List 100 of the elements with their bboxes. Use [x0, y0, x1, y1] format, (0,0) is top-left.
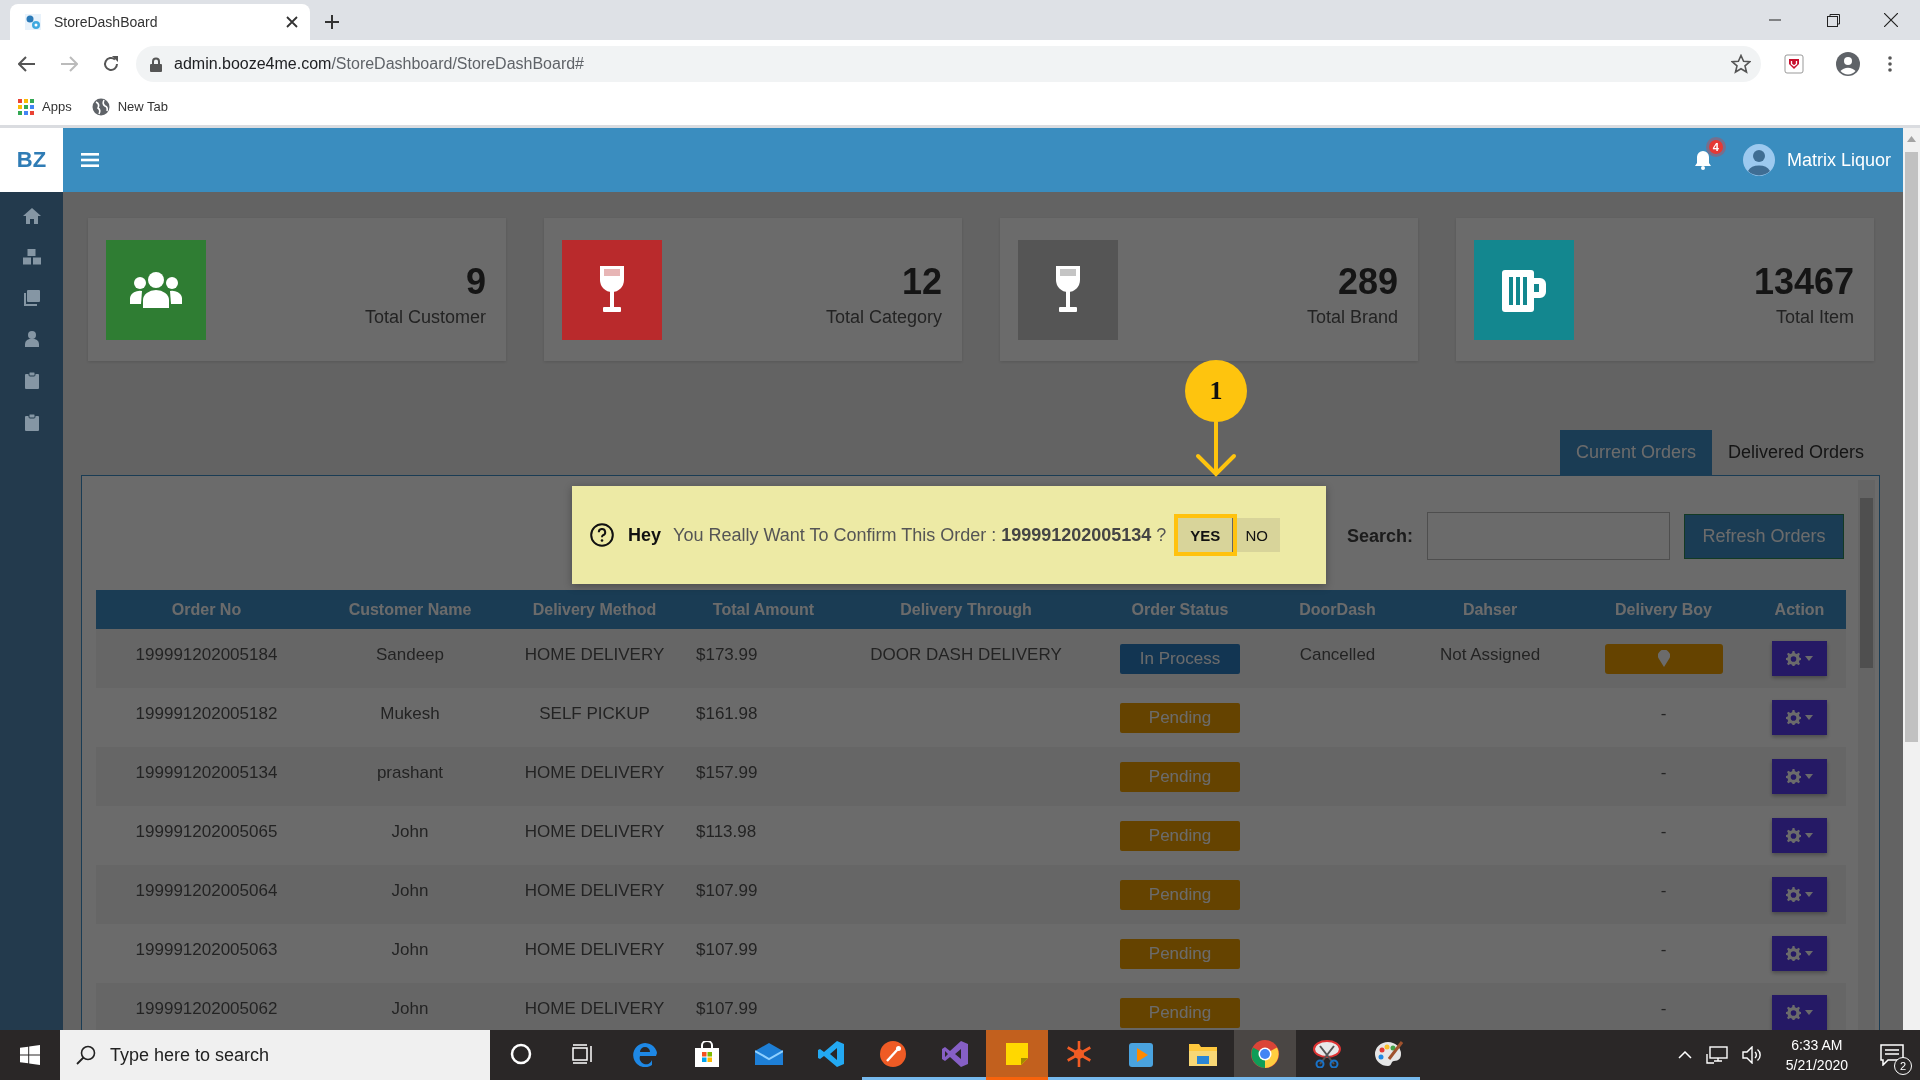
table-cell-text: 199991202005064: [134, 879, 279, 902]
books-icon[interactable]: [23, 290, 40, 306]
action-menu-button[interactable]: [1772, 995, 1827, 1030]
caret-icon: [1805, 951, 1813, 956]
cell-text: -: [1660, 703, 1667, 725]
address-bar[interactable]: admin.booze4me.com/StoreDashboard/StoreDashBoard#: [136, 46, 1761, 82]
action-menu-button[interactable]: [1772, 818, 1827, 853]
browser-tab[interactable]: StoreDashBoard: [10, 4, 310, 40]
restore-icon[interactable]: [1826, 13, 1840, 27]
column-header: Order Status: [1091, 590, 1269, 629]
action-menu-button[interactable]: [1772, 641, 1827, 676]
asterisk-icon[interactable]: [1065, 1039, 1093, 1068]
paint-palette-icon[interactable]: [1374, 1039, 1404, 1068]
caret-icon: [1805, 656, 1813, 661]
column-header: Action: [1753, 590, 1846, 629]
user-name[interactable]: Matrix Liquor: [1786, 149, 1891, 171]
folder-icon[interactable]: [1189, 1041, 1217, 1066]
round-browser-icon[interactable]: [1251, 1039, 1279, 1068]
address-text: admin.booze4me.com/StoreDashboard/StoreDashBoard#: [174, 55, 585, 73]
column-header: Delivery Method: [503, 590, 686, 629]
time-text: 6:33 AM: [1791, 1037, 1843, 1053]
gear-icon: [1786, 946, 1801, 961]
menu-icon[interactable]: [81, 153, 99, 167]
status-badge: Pending: [1120, 761, 1240, 792]
table-cell-text: $107.99: [695, 997, 759, 1020]
action-menu-button[interactable]: [1772, 877, 1827, 912]
action-menu-button[interactable]: [1772, 759, 1827, 794]
menu-dots-icon[interactable]: [1888, 56, 1892, 72]
table-cell-text: $157.99: [695, 761, 759, 784]
table-cell-text: 199991202005065: [134, 820, 279, 843]
gear-icon: [1786, 828, 1801, 843]
store-bag-icon[interactable]: [694, 1040, 720, 1067]
pen-circle-icon[interactable]: [880, 1040, 906, 1067]
close-icon[interactable]: [286, 16, 298, 28]
wine-glass-icon: [598, 265, 626, 314]
circle-icon[interactable]: [510, 1042, 532, 1065]
clipboard-icon[interactable]: [24, 414, 39, 431]
mail-envelope-icon[interactable]: [755, 1042, 783, 1065]
reload-icon[interactable]: [102, 55, 120, 73]
wine-glass-icon: [1054, 265, 1082, 314]
gear-icon: [1786, 710, 1801, 725]
action-center-button[interactable]: 2: [1872, 1035, 1912, 1075]
taskbar-search-field[interactable]: Type here to search: [60, 1030, 490, 1080]
step-number-marker: 1: [1185, 360, 1247, 422]
table-cell-text: $173.99: [695, 643, 759, 666]
bell-icon[interactable]: [1693, 150, 1712, 170]
status-badge: Pending: [1120, 820, 1240, 851]
task-view-icon[interactable]: [572, 1043, 594, 1064]
back-arrow-icon[interactable]: [18, 56, 36, 72]
status-badge: In Process: [1120, 643, 1240, 674]
action-menu-button[interactable]: [1772, 700, 1827, 735]
clipboard-icon[interactable]: [24, 372, 39, 389]
table-cell-text: Cancelled: [1298, 643, 1377, 666]
table-cell-text: Mukesh: [379, 702, 441, 725]
bookmark-link[interactable]: Apps: [18, 98, 72, 115]
cell-text: -: [1660, 821, 1667, 843]
caret-icon: [1805, 833, 1813, 838]
table-cell-text: SELF PICKUP: [538, 702, 651, 725]
search-icon: [76, 1045, 96, 1065]
gear-icon: [1786, 651, 1801, 666]
chevron-up-icon[interactable]: [1677, 1051, 1692, 1059]
infinity-ribbon-icon[interactable]: [942, 1040, 968, 1067]
browser-icon[interactable]: [632, 1040, 658, 1067]
caret-icon: [1805, 715, 1813, 720]
table-cell-text: $113.98: [695, 820, 758, 843]
shield-extension-icon[interactable]: [1784, 54, 1804, 74]
stat-value: 12: [901, 261, 942, 303]
column-header: Customer Name: [317, 590, 503, 629]
new-tab-icon[interactable]: [324, 14, 340, 30]
media-player-icon[interactable]: [1129, 1040, 1153, 1067]
user-icon[interactable]: [24, 331, 39, 347]
table-scrollbar[interactable]: [1858, 480, 1875, 1030]
bookmark-link[interactable]: New Tab: [91, 97, 168, 116]
clock[interactable]: 6:33 AM 5/21/2020: [1785, 1037, 1848, 1073]
code-editor-icon[interactable]: [818, 1040, 844, 1067]
table-cell-text: HOME DELIVERY: [523, 997, 666, 1020]
caret-icon: [1805, 774, 1813, 779]
boxes-icon[interactable]: [22, 249, 41, 265]
action-menu-button[interactable]: [1772, 936, 1827, 971]
volume-icon[interactable]: [1741, 1046, 1762, 1064]
table-cell-text: $161.98: [695, 702, 759, 725]
cell-text: -: [1660, 998, 1667, 1020]
table-cell-text: John: [390, 879, 430, 902]
table-cell-text: HOME DELIVERY: [523, 879, 666, 902]
avatar-icon: [1742, 144, 1775, 176]
page-scrollbar[interactable]: [1903, 128, 1920, 1030]
network-icon[interactable]: [1705, 1046, 1728, 1064]
star-icon[interactable]: [1731, 54, 1751, 74]
status-badge: Pending: [1120, 938, 1240, 969]
scissors-icon[interactable]: [1312, 1039, 1342, 1068]
table-cell-text: John: [390, 997, 430, 1020]
column-header: Dahser: [1406, 590, 1574, 629]
question-icon: [590, 523, 614, 547]
home-icon[interactable]: [22, 208, 41, 224]
sticky-note-icon[interactable]: [1006, 1042, 1028, 1065]
search-field[interactable]: [1427, 512, 1670, 560]
profile-icon[interactable]: [1836, 52, 1860, 76]
stat-value: 13467: [1753, 261, 1854, 303]
table-cell-text: 199991202005063: [134, 938, 279, 961]
close-icon[interactable]: [1884, 13, 1898, 27]
